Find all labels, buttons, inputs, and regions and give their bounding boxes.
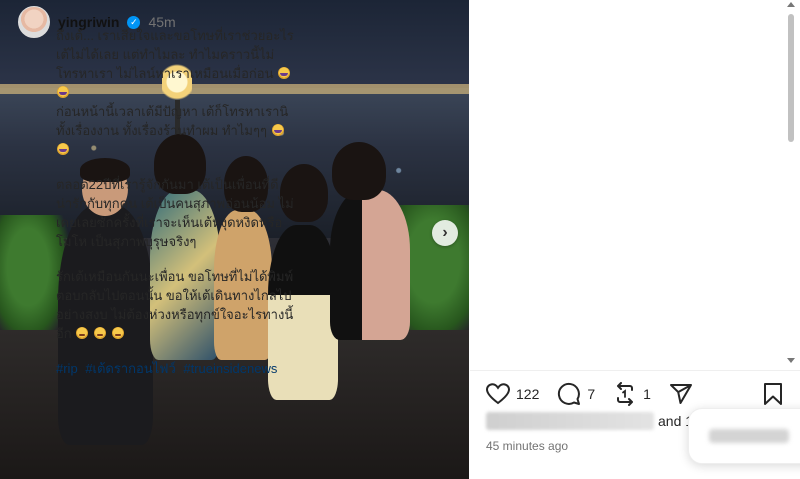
bookmark-icon (764, 383, 782, 405)
likes-summary[interactable]: and 1 (486, 412, 693, 430)
repost-button[interactable]: 1 (613, 382, 651, 406)
crying-emoji-icon (57, 86, 69, 98)
next-photo-button[interactable]: › (432, 220, 458, 246)
crying-emoji-icon (271, 124, 284, 136)
like-count[interactable]: 122 (516, 386, 539, 402)
save-button[interactable] (762, 382, 784, 411)
blurred-liker-names (486, 412, 654, 430)
hashtag-link[interactable]: #เต้ดรากอนไฟว์ (85, 361, 175, 376)
caption-scrollbar[interactable] (786, 0, 796, 370)
sad-emoji-icon (93, 327, 106, 339)
heart-icon (486, 383, 510, 405)
share-button[interactable] (669, 382, 693, 406)
caption-paragraph: ก่อนหน้านี้เวลาเต้มีปัญหา เต้ก็โทรหาเราน… (56, 102, 296, 159)
blurred-overlay-popup[interactable] (688, 408, 800, 464)
scroll-down-arrow-icon[interactable] (787, 358, 795, 363)
caption-paragraph: รักเต้เหมือนกันนะเพื่อน ขอโทษที่ไม่ได้พิ… (56, 269, 294, 341)
comment-count[interactable]: 7 (587, 386, 595, 402)
hashtag-list: #rip #เต้ดรากอนไฟว์ #trueinsidenews (56, 359, 296, 378)
like-button[interactable]: 122 (486, 383, 539, 405)
scroll-up-arrow-icon[interactable] (787, 2, 795, 7)
avatar[interactable] (18, 6, 50, 38)
share-icon (669, 384, 692, 404)
crying-emoji-icon (57, 143, 69, 155)
photo-person-hair (332, 142, 386, 200)
chevron-right-icon: › (442, 224, 448, 241)
hashtag-link[interactable]: #trueinsidenews (183, 361, 277, 376)
photo-person (330, 190, 410, 340)
comment-icon (558, 382, 581, 405)
sad-emoji-icon (111, 327, 124, 339)
hashtag-link[interactable]: #rip (56, 361, 78, 376)
caption-paragraph: ถึงเต้... เราเสียใจและขอโทษที่เราช่วยอะไ… (56, 26, 296, 102)
repost-count[interactable]: 1 (643, 386, 651, 402)
sad-emoji-icon (76, 327, 89, 339)
action-bar: 122 7 1 (486, 382, 711, 406)
blurred-overlay-content (709, 429, 789, 443)
caption-paragraph: ตลอด22ปีที่เรารู้จักกันมา เต้เป็นเพื่อนท… (56, 177, 294, 249)
crying-emoji-icon (278, 67, 291, 79)
actions-divider (470, 370, 800, 371)
repost-icon (617, 382, 634, 406)
comment-button[interactable]: 7 (557, 382, 595, 406)
scroll-thumb[interactable] (788, 14, 794, 142)
post-caption: ถึงเต้... เราเสียใจและขอโทษที่เราช่วยอะไ… (56, 26, 296, 394)
post-timestamp[interactable]: 45 minutes ago (486, 439, 568, 453)
